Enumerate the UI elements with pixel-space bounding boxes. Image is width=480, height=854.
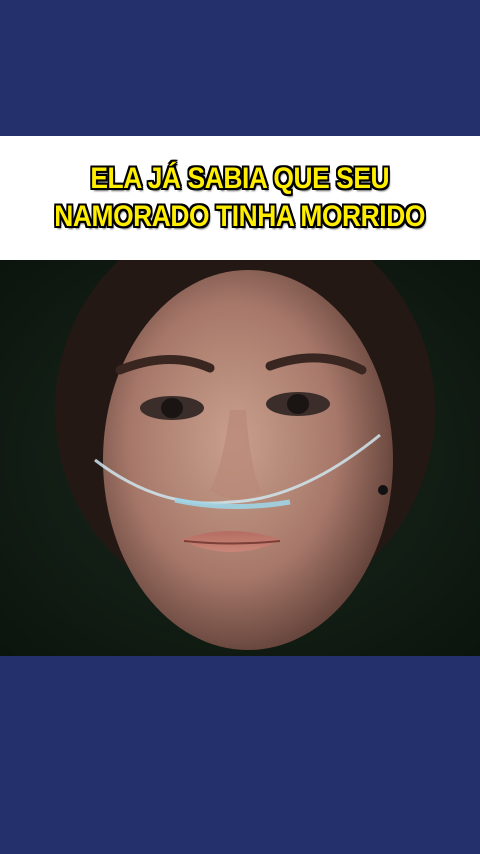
face-illustration <box>0 260 480 656</box>
top-band <box>0 0 480 136</box>
bottom-band <box>0 656 480 854</box>
earring <box>378 485 388 495</box>
caption-line-2: NAMORADO TINHA MORRIDO <box>54 200 426 233</box>
caption-box: ELA JÁ SABIA QUE SEU NAMORADO TINHA MORR… <box>0 136 480 260</box>
video-frame <box>0 260 480 656</box>
caption-line-1: ELA JÁ SABIA QUE SEU <box>90 162 390 195</box>
